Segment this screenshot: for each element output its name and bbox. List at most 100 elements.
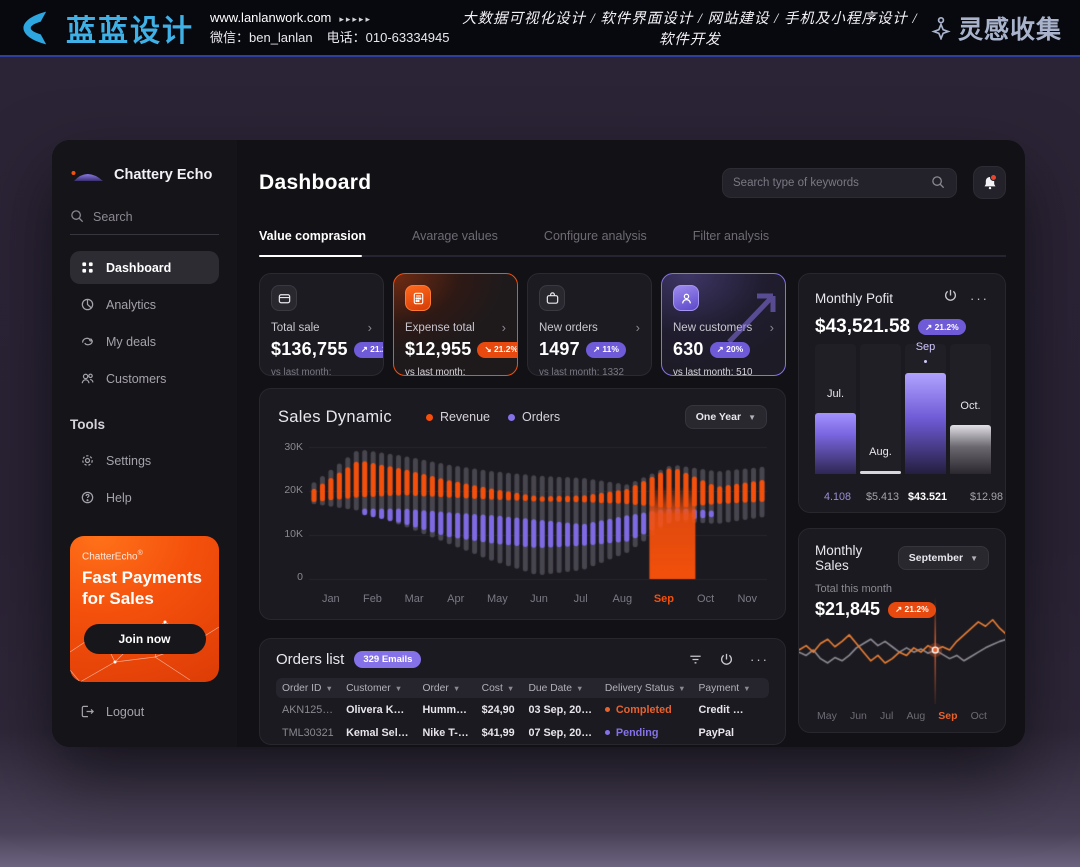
trend-badge: ↗ 21.2%	[354, 342, 384, 358]
stat-value: 1497	[539, 339, 580, 360]
stat-comparison: vs last month: $15,117.52	[405, 366, 506, 376]
table-row[interactable]: TML30321Kemal SelmanNike T-Shirt$41,9907…	[276, 721, 769, 744]
y-tick: 30K	[284, 441, 303, 453]
x-tick: Aug	[601, 593, 643, 605]
stat-value: $12,955	[405, 339, 471, 360]
table-cell: Credit Card	[693, 704, 757, 716]
app-logo: Chattery Echo	[70, 166, 219, 183]
top-banner: 蓝蓝设计 www.lanlanwork.com▸▸▸▸▸ 微信：ben_lanl…	[0, 0, 1080, 57]
x-axis-months: JanFebMarAprMayJunJulAugSepOctNov	[310, 593, 768, 605]
keyword-search-input[interactable]	[733, 177, 931, 189]
monthly-sales-canvas	[799, 596, 1006, 704]
x-tick: Apr	[435, 593, 477, 605]
tab-value-comprasion[interactable]: Value comprasion	[259, 229, 366, 255]
nav-label: Help	[106, 491, 132, 505]
stat-title: New orders	[539, 322, 598, 334]
profit-bar-jul	[815, 413, 856, 474]
status-dot	[605, 707, 610, 712]
chevron-down-icon: ▼	[970, 554, 978, 563]
profit-bar-sep	[905, 373, 946, 474]
chevron-right-icon[interactable]: ›	[636, 320, 640, 335]
banner-services: 大数据可视化设计 / 软件界面设计 / 网站建设 / 手机及小程序设计 / 软件…	[449, 7, 930, 49]
sort-caret-icon: ▼	[576, 684, 583, 693]
monthly-sales-title: Monthly Sales	[815, 543, 898, 573]
sales-dynamic-header: Sales Dynamic Revenue Orders One Year▼	[278, 405, 767, 429]
promo-card: ChatterEcho® Fast Payments for Sales Joi…	[70, 536, 219, 682]
x-tick: Jun	[518, 593, 560, 605]
chevron-right-icon[interactable]: ›	[770, 320, 774, 335]
keyword-search[interactable]	[722, 168, 957, 198]
sort-caret-icon: ▼	[453, 684, 460, 693]
y-tick: 10K	[284, 528, 303, 540]
tools-heading: Tools	[70, 417, 219, 432]
bar-month-label: Sep	[905, 341, 946, 353]
join-now-button[interactable]: Join now	[84, 624, 206, 654]
y-tick: 20K	[284, 484, 303, 496]
column-header-order[interactable]: Order▼	[416, 683, 475, 694]
notification-dot	[990, 174, 997, 181]
total-this-month-label: Total this month	[815, 583, 989, 595]
more-options-icon[interactable]: ···	[750, 652, 769, 667]
column-header-order-id[interactable]: Order ID▼	[276, 683, 340, 694]
x-tick: Oct	[685, 593, 727, 605]
x-tick: Aug	[907, 710, 926, 722]
sort-caret-icon: ▼	[743, 684, 750, 693]
nav-label: Analytics	[106, 298, 156, 312]
chevron-right-icon[interactable]: ›	[368, 320, 372, 335]
filter-icon[interactable]	[688, 652, 703, 667]
stat-comparison: vs last month: 1332	[539, 366, 640, 376]
export-icon[interactable]	[719, 652, 734, 667]
tab-filter-analysis[interactable]: Filter analysis	[693, 229, 769, 255]
export-icon[interactable]	[943, 288, 958, 308]
column-header-payment[interactable]: Payment▼	[693, 683, 757, 694]
sidebar-item-my-deals[interactable]: My deals	[70, 325, 219, 358]
sidebar-item-help[interactable]: Help	[70, 481, 219, 514]
x-tick: Feb	[352, 593, 394, 605]
tab-avarage-values[interactable]: Avarage values	[412, 229, 498, 255]
chevron-down-icon: ▼	[748, 413, 756, 422]
briefcase-icon	[545, 291, 560, 306]
orders-title: Orders list	[276, 651, 344, 668]
tab-configure-analysis[interactable]: Configure analysis	[544, 229, 647, 255]
column-header-customer[interactable]: Customer▼	[340, 683, 416, 694]
sidebar-search[interactable]	[70, 209, 219, 235]
sidebar-nav: Dashboard Analytics My deals Customers	[70, 251, 219, 395]
month-select[interactable]: September▼	[898, 546, 989, 570]
notifications-button[interactable]	[973, 166, 1006, 199]
stat-card-new-customers: New customers› 630↗ 20% vs last month: 5…	[661, 273, 786, 376]
table-cell: 07 Sep, 2024	[522, 727, 598, 739]
table-cell: $24,90	[476, 704, 523, 716]
sales-dynamic-title: Sales Dynamic	[278, 408, 392, 427]
stat-card-expense-total: Expense total› $12,955↘ 21.2% vs last mo…	[393, 273, 518, 376]
sidebar-item-settings[interactable]: Settings	[70, 444, 219, 477]
page-title: Dashboard	[259, 171, 371, 195]
column-header-cost[interactable]: Cost▼	[476, 683, 523, 694]
bar-value-label: $43.521	[905, 491, 950, 503]
banner-phone: 电话：010-63334945	[327, 30, 450, 45]
search-icon	[931, 175, 946, 190]
logout-button[interactable]: Logout	[70, 696, 219, 727]
orders-table: Order ID▼Customer▼Order▼Cost▼Due Date▼De…	[276, 678, 769, 744]
sidebar-item-analytics[interactable]: Analytics	[70, 288, 219, 321]
x-axis-months: MayJunJulAugSepOct	[813, 710, 991, 722]
monthly-profit-value: $43,521.58	[815, 316, 910, 338]
more-options-icon[interactable]: ···	[970, 291, 989, 306]
left-column: Total sale› $136,755↗ 21.2% vs last mont…	[259, 273, 786, 745]
customers-icon	[80, 371, 95, 386]
sidebar-item-dashboard[interactable]: Dashboard	[70, 251, 219, 284]
chevron-right-icon[interactable]: ›	[502, 320, 506, 335]
highlight-dot	[924, 360, 927, 363]
tools-list: Settings Help	[70, 444, 219, 514]
sales-dynamic-canvas	[309, 439, 767, 587]
period-select[interactable]: One Year▼	[685, 405, 767, 429]
banner-contact: www.lanlanwork.com▸▸▸▸▸ 微信：ben_lanlan电话：…	[210, 8, 449, 47]
sidebar-search-input[interactable]	[93, 210, 203, 224]
x-tick: Nov	[726, 593, 768, 605]
sidebar-item-customers[interactable]: Customers	[70, 362, 219, 395]
sales-dynamic-chart: 30K20K10K0	[278, 439, 767, 587]
column-header-due-date[interactable]: Due Date▼	[522, 683, 598, 694]
table-row[interactable]: AKN12508Olivera KolmanHummel S...$24,900…	[276, 698, 769, 721]
x-tick: Oct	[971, 710, 987, 722]
table-cell: AKN12508	[276, 704, 340, 716]
column-header-delivery-status[interactable]: Delivery Status▼	[599, 683, 693, 694]
